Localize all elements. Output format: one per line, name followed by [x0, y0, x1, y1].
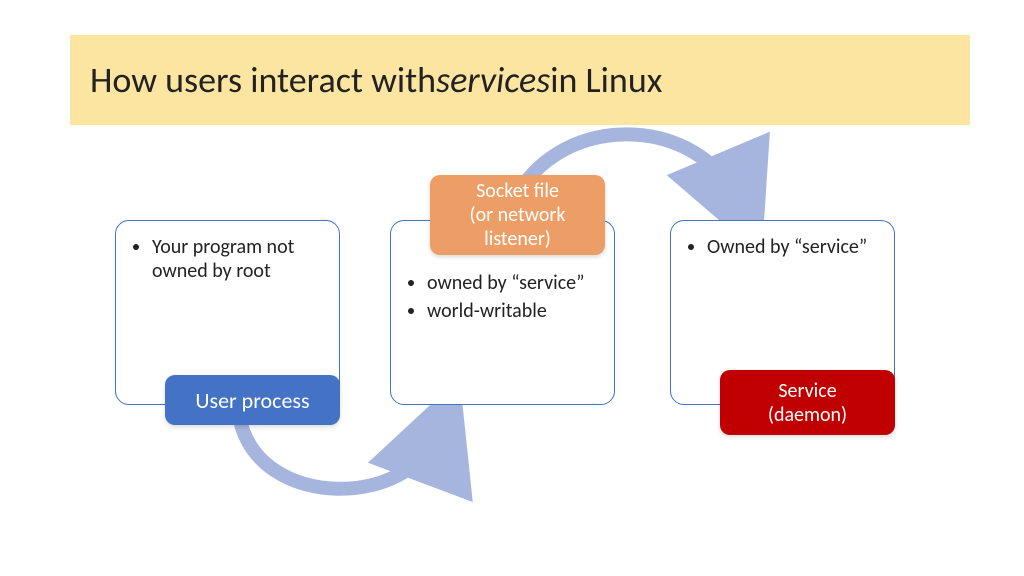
title-post: in Linux — [550, 58, 662, 102]
socket-bullet-2: world-writable — [427, 299, 598, 323]
badge-user-process-text: User process — [195, 387, 309, 414]
title-pre: How users interact with — [90, 58, 436, 102]
service-bullet-1: Owned by “service” — [707, 235, 878, 259]
badge-socket-file: Socket file (or network listener) — [430, 175, 605, 255]
user-process-bullet-1: Your program not owned by root — [152, 235, 323, 283]
badge-service: Service (daemon) — [720, 370, 895, 435]
badge-service-line1: Service — [778, 379, 836, 403]
socket-bullet-1: owned by “service” — [427, 271, 598, 295]
badge-socket-line1: Socket file — [476, 179, 559, 203]
title-italic: services — [436, 58, 550, 102]
badge-socket-line2: (or network listener) — [440, 203, 595, 251]
badge-service-line2: (daemon) — [768, 403, 847, 427]
badge-user-process: User process — [165, 375, 340, 425]
